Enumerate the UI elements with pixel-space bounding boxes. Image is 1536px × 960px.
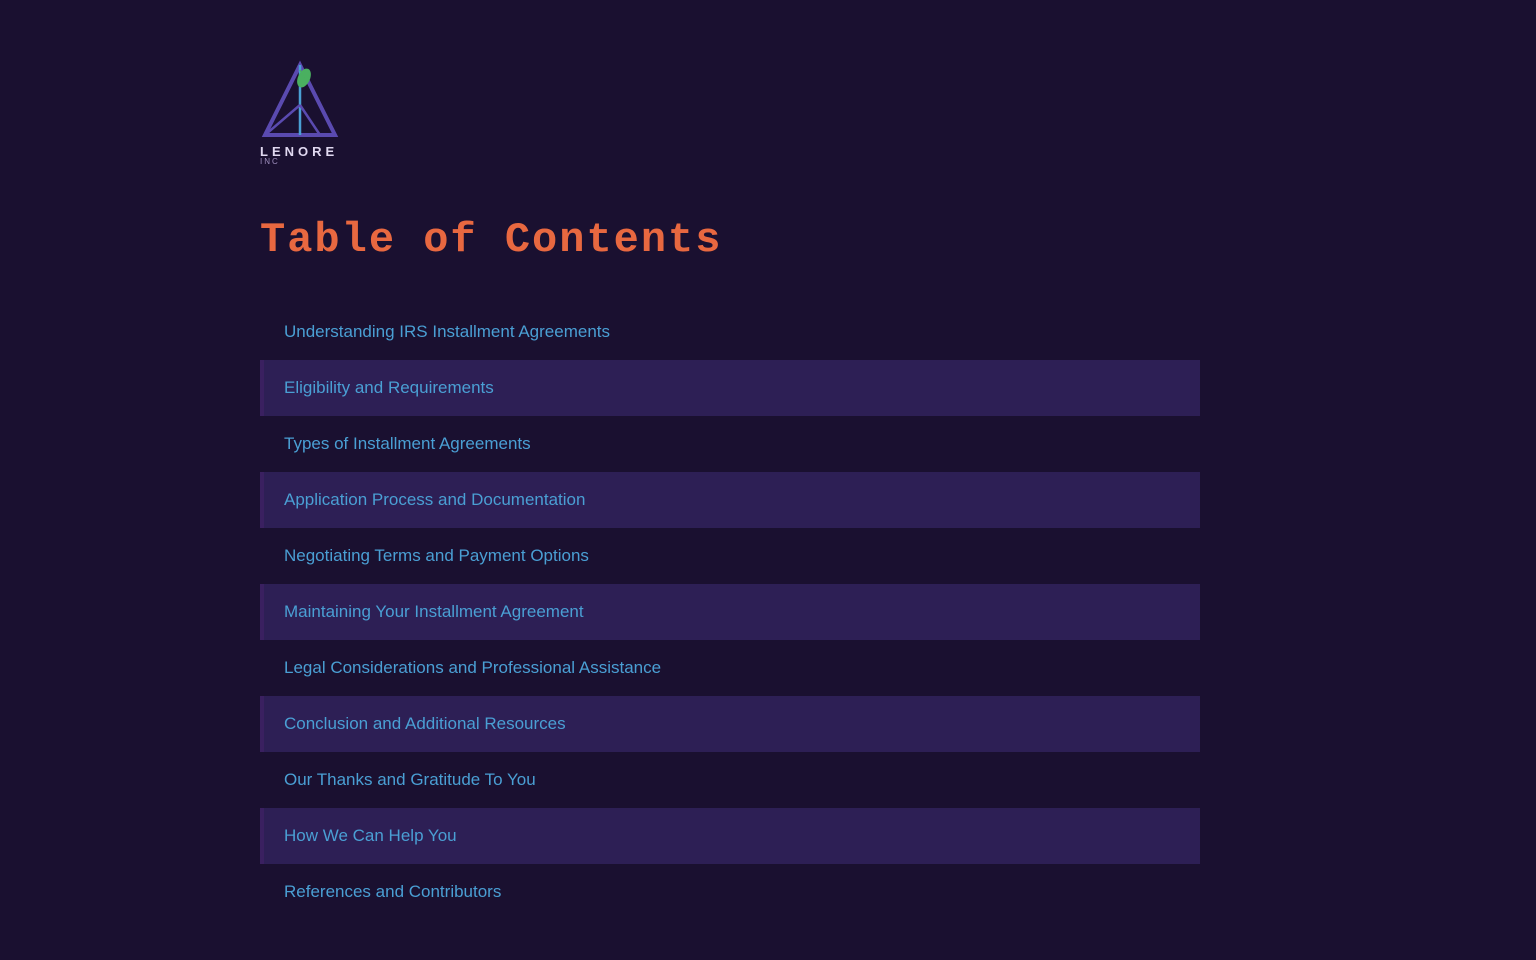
toc-title: Table of Contents [260, 216, 1276, 264]
page-container: LENORE INC Table of Contents Understandi… [0, 0, 1536, 960]
toc-item-5[interactable]: Negotiating Terms and Payment Options [260, 528, 1200, 584]
logo-subtext: INC [260, 157, 280, 166]
toc-item-3[interactable]: Types of Installment Agreements [260, 416, 1200, 472]
toc-item-8[interactable]: Conclusion and Additional Resources [260, 696, 1200, 752]
toc-item-2[interactable]: Eligibility and Requirements [260, 360, 1200, 416]
toc-item-4[interactable]: Application Process and Documentation [260, 472, 1200, 528]
logo-area: LENORE INC [260, 40, 1276, 166]
toc-list: Understanding IRS Installment Agreements… [260, 304, 1200, 920]
toc-item-10[interactable]: How We Can Help You [260, 808, 1200, 864]
toc-item-11[interactable]: References and Contributors [260, 864, 1200, 920]
toc-item-9[interactable]: Our Thanks and Gratitude To You [260, 752, 1200, 808]
toc-item-6[interactable]: Maintaining Your Installment Agreement [260, 584, 1200, 640]
toc-item-7[interactable]: Legal Considerations and Professional As… [260, 640, 1200, 696]
logo-icon [260, 60, 340, 140]
toc-item-1[interactable]: Understanding IRS Installment Agreements [260, 304, 1200, 360]
